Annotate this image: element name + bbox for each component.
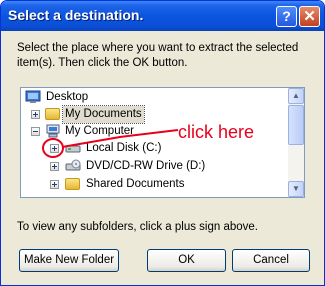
vertical-scrollbar[interactable]: ▲ ▼: [288, 88, 304, 197]
tree-item-label: Desktop: [46, 91, 89, 103]
computer-icon: [46, 124, 60, 138]
tree-item-shared-documents[interactable]: Shared Documents: [21, 176, 289, 193]
folder-icon: [45, 108, 60, 120]
expand-plus-icon[interactable]: [31, 110, 40, 119]
tree-item-dvd-drive[interactable]: DVD/CD-RW Drive (D:): [21, 158, 289, 175]
cancel-button[interactable]: Cancel: [232, 249, 310, 272]
folder-icon: [65, 178, 80, 190]
make-new-folder-button[interactable]: Make New Folder: [19, 249, 119, 272]
expand-plus-icon[interactable]: [50, 144, 59, 153]
tree-item-label: DVD/CD-RW Drive (D:): [86, 160, 206, 172]
expand-plus-icon[interactable]: [50, 180, 59, 189]
optical-drive-icon: [65, 159, 81, 171]
tree-item-label: My Computer: [65, 125, 135, 137]
tree-item-label: Local Disk (C:): [86, 142, 162, 154]
scroll-up-button[interactable]: ▲: [288, 88, 304, 104]
subfolder-hint: To view any subfolders, click a plus sig…: [17, 221, 258, 233]
title-bar[interactable]: Select a destination. ? ✕: [1, 1, 324, 31]
hard-disk-icon: [65, 145, 81, 153]
ok-button[interactable]: OK: [147, 249, 226, 272]
help-button[interactable]: ?: [276, 6, 297, 27]
dialog-window: Select a destination. ? ✕ Select the pla…: [0, 0, 325, 286]
folder-tree[interactable]: Desktop My Documents My Computer Local D…: [20, 87, 305, 198]
scroll-down-button[interactable]: ▼: [288, 181, 304, 197]
scroll-thumb[interactable]: [288, 105, 304, 145]
dialog-title: Select a destination.: [8, 7, 144, 23]
collapse-minus-icon[interactable]: [31, 127, 40, 136]
tree-item-label: Shared Documents: [86, 178, 185, 190]
tree-item-desktop[interactable]: Desktop: [21, 89, 289, 106]
instruction-text: Select the place where you want to extra…: [17, 42, 299, 69]
annotation-text: click here: [178, 122, 255, 142]
tree-item-label: My Documents: [62, 105, 145, 124]
close-button[interactable]: ✕: [299, 6, 320, 27]
desktop-icon: [25, 90, 41, 103]
expand-plus-icon[interactable]: [50, 162, 59, 171]
